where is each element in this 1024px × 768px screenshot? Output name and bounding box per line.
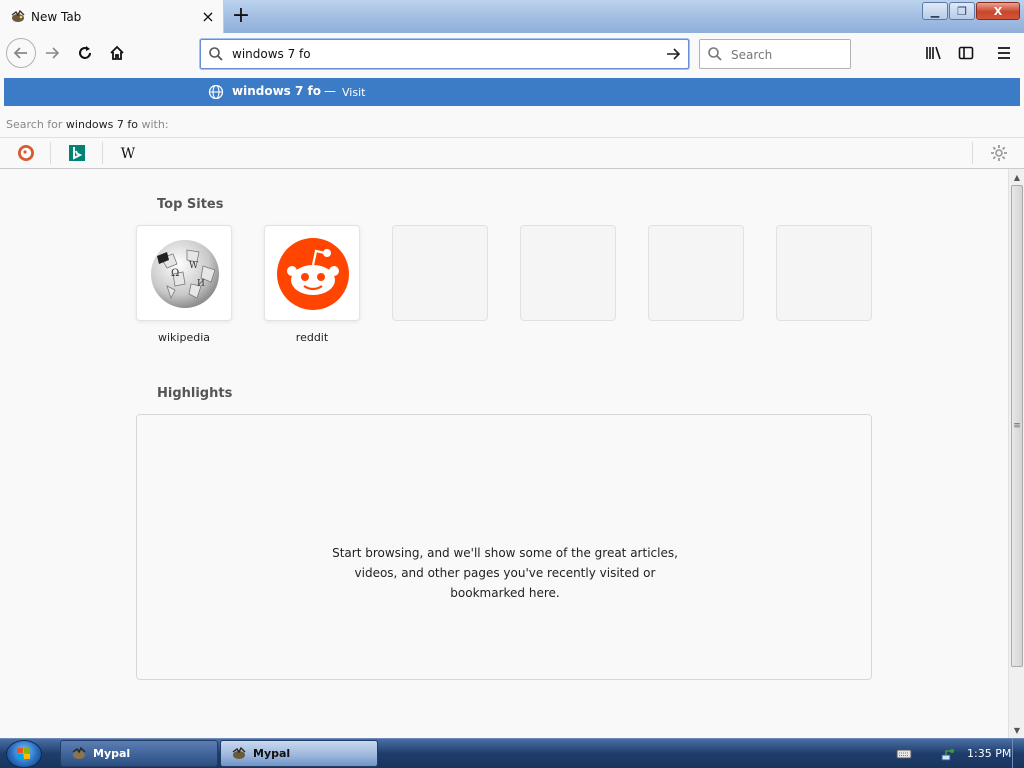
wikipedia-engine-button[interactable]: W xyxy=(119,144,137,162)
clock[interactable]: 1:35 PM xyxy=(967,747,1011,760)
search-settings-button[interactable] xyxy=(990,144,1008,162)
search-input[interactable]: Search xyxy=(731,48,772,62)
back-button[interactable] xyxy=(6,38,36,68)
vertical-scrollbar[interactable]: ▲ ≡ ▼ xyxy=(1008,169,1024,738)
url-input[interactable]: windows 7 fo xyxy=(232,47,311,61)
wikipedia-w-icon: W xyxy=(121,146,136,162)
new-tab-page: Top Sites Ω W И wikipedia reddit Highlig… xyxy=(0,169,1008,738)
library-button[interactable] xyxy=(920,39,948,67)
taskbar-item-label: Mypal xyxy=(93,747,131,760)
url-autocomplete-dropdown: windows 7 fo — Visit Search for windows … xyxy=(0,73,1024,169)
keyboard-icon[interactable] xyxy=(896,746,912,762)
maximize-button[interactable]: ❐ xyxy=(949,2,975,20)
suggestion-separator: — xyxy=(324,84,336,98)
tab-title: New Tab xyxy=(31,10,82,24)
go-arrow-icon[interactable] xyxy=(663,44,683,64)
tab-close-icon[interactable]: × xyxy=(199,7,217,26)
engine-separator xyxy=(102,142,103,164)
top-site-tile-reddit[interactable] xyxy=(264,225,360,321)
svg-text:W: W xyxy=(189,261,199,271)
globe-icon xyxy=(208,84,224,100)
svg-text:Ω: Ω xyxy=(171,268,179,279)
top-site-tile-empty xyxy=(520,225,616,321)
show-desktop-button[interactable] xyxy=(1012,739,1024,768)
taskbar-item-label: Mypal xyxy=(253,747,291,760)
windows-logo-icon xyxy=(17,748,30,759)
top-site-label: wikipedia xyxy=(157,331,210,344)
search-icon xyxy=(708,47,722,61)
reload-button[interactable] xyxy=(71,39,99,67)
reload-icon xyxy=(79,46,91,59)
top-site-label: reddit xyxy=(295,331,329,344)
taskbar-item-mypal[interactable]: Mypal xyxy=(60,740,218,767)
suggestion-action: Visit xyxy=(342,86,366,99)
mypal-icon xyxy=(232,746,246,759)
system-tray: 1:35 PM xyxy=(888,739,1024,768)
suggestion-text: windows 7 fo xyxy=(232,84,321,98)
bing-icon xyxy=(69,145,85,161)
home-icon xyxy=(110,45,124,60)
scroll-thumb[interactable]: ≡ xyxy=(1011,185,1023,667)
sidebar-icon xyxy=(958,46,974,60)
search-engine-bar: W xyxy=(0,137,1024,167)
network-icon[interactable] xyxy=(940,746,956,762)
menu-button[interactable] xyxy=(990,39,1018,67)
svg-text:И: И xyxy=(197,279,205,289)
highlights-title: Highlights xyxy=(157,386,233,401)
search-for-prefix: Search for xyxy=(6,118,63,131)
top-site-tile-empty xyxy=(776,225,872,321)
search-icon xyxy=(209,47,223,61)
back-arrow-icon xyxy=(13,47,27,59)
top-site-tile-empty xyxy=(648,225,744,321)
mypal-icon xyxy=(72,746,86,759)
library-icon xyxy=(926,46,941,60)
title-bar: New Tab × + ▁ ❐ X xyxy=(0,0,1024,34)
search-for-suffix: with: xyxy=(141,118,169,131)
forward-button[interactable] xyxy=(38,39,66,67)
taskbar-item-mypal-active[interactable]: Mypal xyxy=(220,740,378,767)
minimize-button[interactable]: ▁ xyxy=(922,2,948,20)
sidebar-button[interactable] xyxy=(952,39,980,67)
mypal-icon xyxy=(11,9,25,22)
navigation-toolbar: windows 7 fo Search xyxy=(0,33,1024,73)
search-for-query: windows 7 fo xyxy=(65,118,138,131)
engine-separator xyxy=(972,142,973,164)
window-controls: ▁ ❐ X xyxy=(921,2,1020,20)
hamburger-menu-icon xyxy=(998,47,1010,59)
scroll-down-icon[interactable]: ▼ xyxy=(1009,722,1024,738)
new-tab-button[interactable]: + xyxy=(230,5,252,27)
search-for-label: Search for windows 7 fo with: xyxy=(6,118,169,131)
start-button[interactable] xyxy=(6,740,42,768)
search-box[interactable]: Search xyxy=(699,39,851,69)
top-site-tile-empty xyxy=(392,225,488,321)
reddit-icon xyxy=(277,238,349,310)
gear-icon xyxy=(991,145,1007,161)
bing-engine-button[interactable] xyxy=(68,144,86,162)
top-sites-title: Top Sites xyxy=(157,197,224,212)
scroll-up-icon[interactable]: ▲ xyxy=(1009,169,1024,185)
duckduckgo-engine-button[interactable] xyxy=(17,144,35,162)
engine-separator xyxy=(50,142,51,164)
duckduckgo-icon xyxy=(18,145,34,161)
close-window-button[interactable]: X xyxy=(976,2,1020,20)
home-button[interactable] xyxy=(103,39,131,67)
autocomplete-suggestion[interactable]: windows 7 fo — Visit xyxy=(4,78,1020,106)
svg-text:W: W xyxy=(121,146,136,162)
wikipedia-globe-icon: Ω W И xyxy=(151,240,219,308)
url-bar[interactable]: windows 7 fo xyxy=(200,39,689,69)
tab-new-tab[interactable]: New Tab × xyxy=(0,0,224,34)
forward-arrow-icon xyxy=(46,47,60,59)
highlights-empty-message: Start browsing, and we'll show some of t… xyxy=(332,546,678,600)
taskbar: Mypal Mypal 1:35 PM xyxy=(0,738,1024,768)
highlights-panel: Start browsing, and we'll show some of t… xyxy=(136,414,872,680)
top-site-tile-wikipedia[interactable]: Ω W И xyxy=(136,225,232,321)
